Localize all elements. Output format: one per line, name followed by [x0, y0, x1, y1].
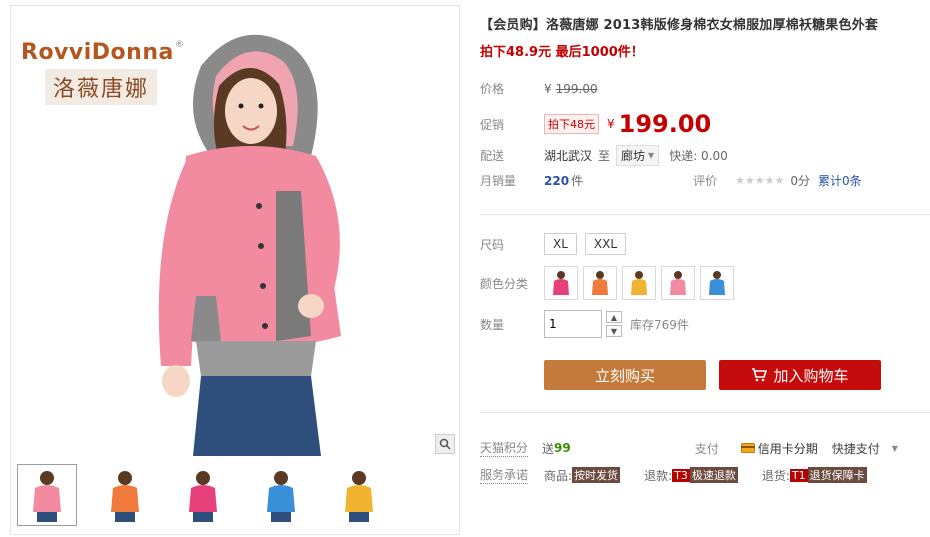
price-row: 价格 ¥ 199.00 — [480, 80, 598, 97]
pay-credit-label: 信用卡分期 — [757, 441, 818, 456]
thumbnail-image — [345, 471, 373, 522]
brand-name-cn: 洛薇唐娜 — [45, 69, 158, 105]
sales-unit: 件 — [571, 174, 584, 188]
brand-logo: RovviDonna® 洛薇唐娜 — [21, 40, 184, 105]
registered-mark: ® — [174, 40, 185, 50]
qty-increase-button[interactable]: ▲ — [606, 311, 622, 323]
points-value: 99 — [554, 441, 571, 455]
sales-label: 月销量 — [480, 174, 517, 188]
promo-headline: 拍下48.9元 最后1000件！ — [480, 45, 644, 60]
rating-label: 评价 — [693, 174, 718, 188]
main-product-image[interactable]: RovviDonna® 洛薇唐娜 — [11, 6, 459, 456]
size-option-xl[interactable]: XL — [544, 233, 577, 255]
thumbnail-image — [33, 471, 61, 522]
points-row: 天猫积分 送 99 支付 信用卡分期 快捷支付 ▼ — [480, 439, 898, 457]
promo-tag: 拍下48元 — [544, 114, 599, 134]
product-gallery: RovviDonna® 洛薇唐娜 — [10, 5, 460, 535]
divider — [480, 214, 930, 215]
promo-price: 199.00 — [618, 110, 712, 138]
product-info: 【会员购】洛薇唐娜 2013韩版修身棉衣女棉服加厚棉袄糖果色外套 拍下48.9元… — [480, 14, 930, 484]
qty-label: 数量 — [480, 317, 505, 332]
svc-goods-tag[interactable]: 按时发货 — [572, 467, 621, 483]
promo-label: 促销 — [480, 117, 505, 132]
quantity-input[interactable] — [544, 310, 602, 338]
thumbnail-5[interactable] — [329, 464, 389, 526]
svc-return-tag[interactable]: 退货保障卡 — [807, 467, 867, 483]
thumbnail-4[interactable] — [251, 464, 311, 526]
product-title: 【会员购】洛薇唐娜 2013韩版修身棉衣女棉服加厚棉袄糖果色外套 — [480, 18, 879, 33]
qty-decrease-button[interactable]: ▼ — [606, 325, 622, 337]
size-label: 尺码 — [480, 237, 505, 252]
thumbnail-strip — [17, 464, 389, 528]
svc-refund-label: 退款: — [644, 468, 673, 483]
quantity-row: 数量 ▲ ▼ 库存769件 — [480, 310, 689, 338]
cart-icon — [752, 368, 768, 382]
stock-text: 库存769件 — [630, 317, 689, 332]
quantity-stepper: ▲ ▼ — [606, 311, 622, 337]
promo-currency: ¥ — [607, 117, 615, 131]
brand-name-en: RovviDonna — [21, 40, 174, 65]
svc-return-label: 退货: — [761, 468, 790, 483]
pay-fast[interactable]: 快捷支付 — [832, 440, 880, 457]
price-label: 价格 — [480, 82, 505, 96]
shipping-row: 配送 湖北武汉 至 廊坊 ▼ 快递: 0.00 — [480, 145, 728, 166]
credit-card-icon — [740, 443, 755, 453]
thumbnail-image — [267, 471, 295, 522]
thumbnail-3[interactable] — [173, 464, 233, 526]
svc-refund-tag[interactable]: 极速退款 — [689, 467, 738, 483]
ship-label: 配送 — [480, 149, 505, 163]
sales-count: 220 — [544, 173, 570, 188]
product-page: RovviDonna® 洛薇唐娜 【会员购】洛薇唐娜 2013韩版修身棉衣女棉服… — [0, 0, 930, 537]
thumbnail-image — [111, 471, 139, 522]
zoom-icon[interactable] — [435, 434, 455, 454]
color-option-5[interactable] — [700, 266, 734, 300]
service-label[interactable]: 服务承诺 — [480, 466, 529, 484]
points-label[interactable]: 天猫积分 — [480, 439, 529, 457]
thumbnail-2[interactable] — [95, 464, 155, 526]
chevron-down-icon: ▼ — [648, 151, 655, 160]
ship-from: 湖北武汉 — [544, 149, 593, 163]
ship-destination: 廊坊 — [621, 149, 646, 163]
buy-now-button[interactable]: 立刻购买 — [544, 360, 706, 390]
divider — [480, 412, 930, 413]
thumbnail-1[interactable] — [17, 464, 77, 526]
promo-price-row: 促销 拍下48元 ¥ 199.00 — [480, 110, 711, 138]
chevron-down-icon[interactable]: ▼ — [892, 444, 898, 453]
add-to-cart-button[interactable]: 加入购物车 — [719, 360, 881, 390]
svc-return-code: T1 — [789, 468, 808, 482]
rating-stars: ★★★★★ — [735, 174, 785, 187]
pay-credit[interactable]: 信用卡分期 — [740, 440, 818, 457]
pay-label: 支付 — [694, 441, 719, 456]
price-currency: ¥ — [544, 81, 552, 96]
size-option-xxl[interactable]: XXL — [584, 233, 627, 255]
size-row: 尺码 XL XXL — [480, 233, 634, 255]
original-price: 199.00 — [555, 81, 598, 96]
service-row: 服务承诺 商品: 按时发货 退款: T3 极速退款 退货: T1 退货保障卡 — [480, 466, 867, 484]
color-row: 颜色分类 — [480, 266, 739, 300]
color-option-2[interactable] — [583, 266, 617, 300]
color-option-3[interactable] — [622, 266, 656, 300]
ship-fee: 快递: 0.00 — [669, 149, 728, 163]
add-cart-label: 加入购物车 — [773, 366, 849, 385]
thumbnail-image — [189, 471, 217, 522]
sales-row: 月销量 220 件 评价 ★★★★★ 0分 累计0条 — [480, 172, 862, 189]
svc-goods-label: 商品: — [544, 468, 573, 483]
rating-total-link[interactable]: 累计0条 — [818, 172, 862, 189]
color-option-4[interactable] — [661, 266, 695, 300]
ship-destination-select[interactable]: 廊坊 ▼ — [616, 145, 660, 166]
svc-refund-code: T3 — [672, 468, 690, 482]
ship-to-word: 至 — [598, 149, 611, 163]
rating-score: 0分 — [790, 174, 811, 188]
color-option-1[interactable] — [544, 266, 578, 300]
points-text: 送 — [542, 441, 555, 456]
color-label: 颜色分类 — [480, 276, 529, 291]
